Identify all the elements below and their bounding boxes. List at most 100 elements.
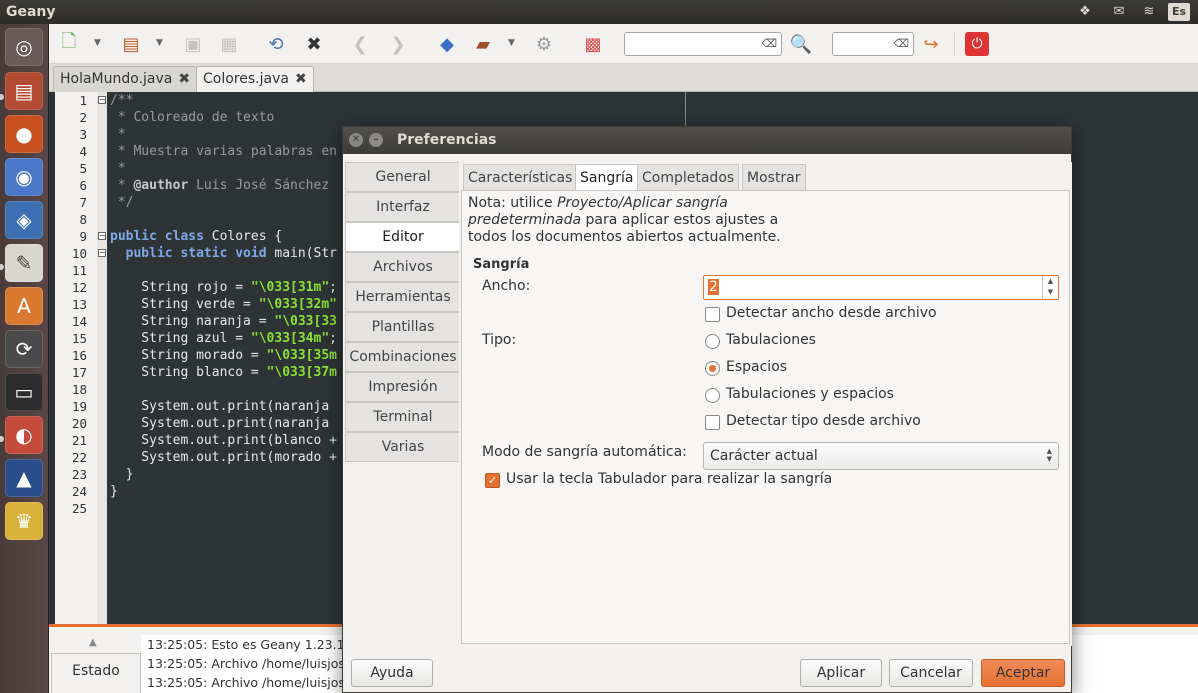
detect-width-label[interactable]: Detectar ancho desde archivo: [726, 305, 937, 321]
radio-tabulaciones-espacios[interactable]: [705, 388, 720, 403]
side-tab-archivos[interactable]: Archivos: [345, 252, 460, 282]
fold-toggle-icon[interactable]: −: [98, 96, 106, 104]
radio-espacios[interactable]: [705, 361, 720, 376]
code-token: public class: [110, 229, 204, 244]
code-token: Luis José Sánchez: [188, 178, 330, 193]
color-chooser-icon[interactable]: ▩: [579, 30, 607, 58]
note-mid: para aplicar estos ajustes a: [581, 212, 779, 228]
code-line[interactable]: * Coloreado de texto: [107, 109, 1198, 126]
dropbox-icon[interactable]: ❖: [1076, 3, 1094, 21]
radio-tabulaciones-label[interactable]: Tabulaciones: [726, 332, 816, 348]
code-token: *: [110, 161, 126, 176]
side-tab-general[interactable]: General: [345, 162, 460, 192]
radio-espacios-label[interactable]: Espacios: [726, 359, 787, 375]
save-all-icon[interactable]: ▦: [215, 30, 243, 58]
tab-holamundo[interactable]: HolaMundo.java ✖: [53, 66, 198, 92]
jester-icon[interactable]: ♛: [5, 502, 43, 540]
side-tab-plantillas[interactable]: Plantillas: [345, 312, 460, 342]
chromium-icon[interactable]: ◉: [5, 158, 43, 196]
save-icon[interactable]: ▣: [179, 30, 207, 58]
chevron-down-icon[interactable]: ▼: [94, 38, 101, 48]
jump-to-line-icon[interactable]: ↪: [917, 30, 945, 58]
tab-completados[interactable]: Completados: [637, 164, 740, 190]
line-number: 14: [71, 314, 87, 329]
detect-type-checkbox[interactable]: [705, 415, 720, 430]
mail-icon[interactable]: ✉: [1110, 3, 1128, 21]
chevron-down-icon[interactable]: ▼: [508, 38, 515, 48]
reload-icon[interactable]: ⟲: [262, 30, 290, 58]
side-tab-impresion[interactable]: Impresión: [345, 372, 460, 402]
close-icon[interactable]: ✖: [178, 71, 190, 87]
launcher: ◎ ▤ ● ◉ ◈ ✎ A ⟳ ▭ ◐ ▲ ♛: [0, 24, 49, 693]
quit-icon[interactable]: ⏻: [965, 32, 989, 56]
type-label: Tipo:: [482, 332, 517, 348]
chevron-down-icon[interactable]: ▼: [156, 38, 163, 48]
execute-icon[interactable]: ⚙: [530, 30, 558, 58]
search-icon[interactable]: 🔍: [787, 30, 815, 58]
code-token: /**: [110, 93, 134, 108]
spin-arrows-icon[interactable]: ▲ ▼: [1042, 276, 1058, 299]
software-updater-icon[interactable]: ⟳: [5, 330, 43, 368]
side-tab-herramientas[interactable]: Herramientas: [345, 282, 460, 312]
side-tab-combinaciones[interactable]: Combinaciones: [345, 342, 460, 372]
code-token: "\033[34m": [250, 331, 330, 346]
clear-icon[interactable]: ⌫: [893, 37, 909, 50]
forward-icon[interactable]: ❯: [384, 30, 412, 58]
tab-colores[interactable]: Colores.java ✖: [196, 66, 314, 93]
fold-margin[interactable]: − − −: [97, 92, 107, 624]
open-file-icon[interactable]: ▤: [117, 30, 145, 58]
code-token: * Coloreado de texto: [110, 110, 275, 125]
scroll-up-icon[interactable]: ▲: [89, 637, 97, 648]
side-tab-varias[interactable]: Varias: [345, 432, 460, 462]
tab-caracteristicas[interactable]: Características: [463, 164, 578, 190]
tab-estado[interactable]: Estado: [51, 653, 141, 693]
code-line[interactable]: /**: [107, 92, 1198, 109]
fold-toggle-icon[interactable]: −: [98, 232, 106, 240]
software-center-icon[interactable]: A: [5, 287, 43, 325]
side-tab-terminal[interactable]: Terminal: [345, 402, 460, 432]
cancel-button[interactable]: Cancelar: [889, 659, 973, 687]
firefox-icon[interactable]: ●: [5, 115, 43, 153]
text-editor-icon[interactable]: ✎: [5, 244, 43, 282]
geany-app-icon[interactable]: ◐: [5, 416, 43, 454]
note-menu-path: Proyecto/Aplicar sangría: [557, 195, 728, 211]
radio-tabulaciones[interactable]: [705, 334, 720, 349]
new-file-icon[interactable]: 🗋: [55, 30, 83, 58]
auto-mode-select[interactable]: Carácter actual ▲ ▼: [703, 442, 1059, 470]
toolbar-search-input[interactable]: ⌫: [624, 32, 782, 56]
tab-mostrar[interactable]: Mostrar: [742, 164, 806, 190]
close-icon[interactable]: ✖: [295, 71, 307, 87]
side-tab-editor[interactable]: Editor: [345, 222, 460, 252]
clear-icon[interactable]: ⌫: [761, 37, 777, 50]
dialog-titlebar[interactable]: ✕ – Preferencias: [343, 127, 1071, 154]
back-icon[interactable]: ❮: [346, 30, 374, 58]
build-icon[interactable]: ▰: [469, 30, 497, 58]
minimize-icon[interactable]: –: [369, 133, 383, 147]
accept-button[interactable]: Aceptar: [981, 659, 1065, 687]
detect-type-label[interactable]: Detectar tipo desde archivo: [726, 413, 921, 429]
files-icon[interactable]: ▤: [5, 72, 43, 110]
apply-button[interactable]: Aplicar: [800, 659, 882, 687]
keyboard-layout-indicator[interactable]: Es: [1168, 3, 1190, 21]
width-value[interactable]: 2: [708, 279, 719, 295]
inkscape-icon[interactable]: ▲: [5, 459, 43, 497]
side-tab-interfaz[interactable]: Interfaz: [345, 192, 460, 222]
network-icon[interactable]: ≋: [1140, 3, 1158, 21]
virtualbox-icon[interactable]: ◈: [5, 201, 43, 239]
help-button[interactable]: Ayuda: [351, 659, 433, 687]
code-token: @author: [133, 178, 189, 193]
code-token: "\033[31m": [250, 280, 330, 295]
goto-line-input[interactable]: ⌫: [832, 32, 914, 56]
close-icon[interactable]: ✕: [349, 133, 363, 147]
terminal-icon[interactable]: ▭: [5, 373, 43, 411]
radio-tabulaciones-espacios-label[interactable]: Tabulaciones y espacios: [726, 386, 894, 402]
fold-toggle-icon[interactable]: −: [98, 249, 106, 257]
tab-sangria[interactable]: Sangría: [575, 164, 639, 191]
ubuntu-dash-icon[interactable]: ◎: [5, 28, 43, 66]
detect-width-checkbox[interactable]: [705, 307, 720, 322]
tab-key-label[interactable]: Usar la tecla Tabulador para realizar la…: [506, 471, 832, 487]
close-file-icon[interactable]: ✖: [300, 30, 328, 58]
compile-icon[interactable]: ◆: [433, 30, 461, 58]
width-spinner[interactable]: 2 ▲ ▼: [703, 275, 1059, 300]
tab-key-checkbox[interactable]: ✓: [485, 473, 500, 488]
